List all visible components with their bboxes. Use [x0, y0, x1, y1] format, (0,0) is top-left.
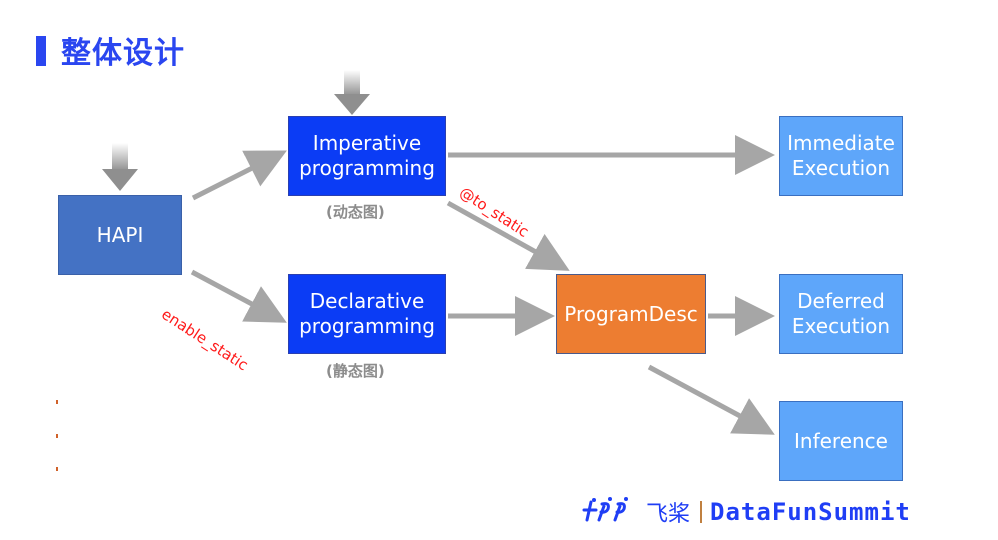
brand-name: DataFunSummit — [710, 498, 911, 526]
node-imperative-label: Imperative programming — [299, 131, 435, 180]
node-immediate-label: Immediate Execution — [787, 131, 895, 180]
caption-static-graph: (静态图) — [326, 362, 385, 380]
bullet-marker — [56, 467, 58, 471]
arrow-hapi-to-declarative — [190, 269, 287, 323]
arrow-programdesc-to-inference — [647, 364, 775, 435]
node-imperative-programming: Imperative programming — [288, 116, 446, 196]
input-arrow-imperative — [334, 70, 370, 115]
caption-dynamic-graph: (动态图) — [326, 203, 385, 221]
footer-branding: 飞桨 DataFunSummit — [582, 496, 911, 528]
node-immediate-execution: Immediate Execution — [779, 116, 903, 196]
logo-divider — [700, 501, 703, 523]
logo-chinese-name: 飞桨 — [646, 502, 691, 527]
node-declarative-programming: Declarative programming — [288, 274, 446, 354]
node-deferred-label: Deferred Execution — [791, 289, 891, 338]
node-hapi-label: HAPI — [96, 222, 144, 247]
paddlepaddle-logo-icon — [582, 496, 638, 528]
bullet-marker — [56, 400, 58, 404]
node-hapi: HAPI — [58, 195, 182, 275]
input-arrow-hapi — [102, 143, 138, 191]
arrow-hapi-to-imperative — [191, 150, 287, 201]
bullet-marker — [56, 434, 58, 438]
node-declarative-label: Declarative programming — [299, 289, 435, 338]
node-inference: Inference — [779, 401, 903, 481]
node-inference-label: Inference — [794, 428, 888, 453]
node-program-desc-label: ProgramDesc — [564, 301, 698, 326]
node-program-desc: ProgramDesc — [556, 274, 706, 354]
node-deferred-execution: Deferred Execution — [779, 274, 903, 354]
